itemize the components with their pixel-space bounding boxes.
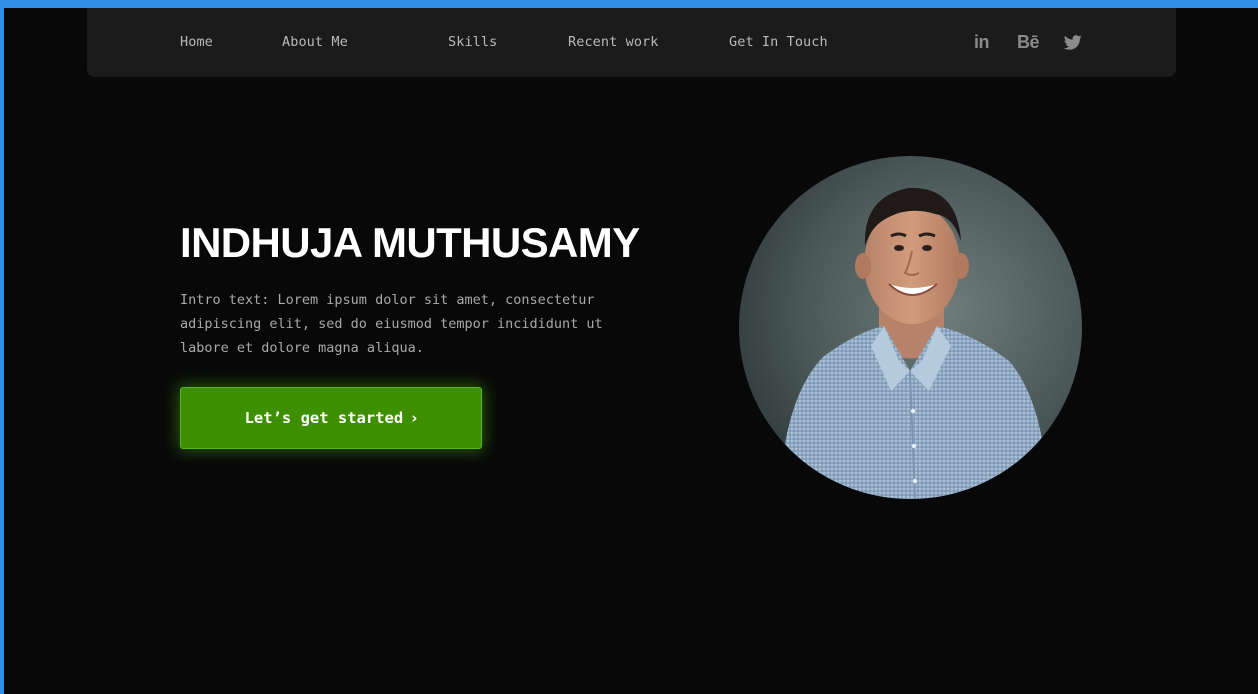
twitter-icon bbox=[1064, 34, 1082, 50]
linkedin-link[interactable]: in bbox=[974, 31, 990, 53]
hero-title: INDHUJA MUTHUSAMY bbox=[180, 219, 640, 266]
hero-intro-text: Intro text: Lorem ipsum dolor sit amet, … bbox=[180, 292, 603, 356]
twitter-link[interactable] bbox=[1064, 31, 1082, 53]
nav-item-home[interactable]: Home bbox=[180, 34, 213, 50]
behance-icon: Bē bbox=[1017, 31, 1040, 52]
get-started-label: Let’s get started bbox=[244, 409, 404, 427]
nav-item-skills[interactable]: Skills bbox=[448, 34, 497, 50]
top-navbar: Home About Me Skills Recent work Get In … bbox=[87, 8, 1176, 77]
page-frame: Home About Me Skills Recent work Get In … bbox=[4, 8, 1258, 694]
nav-item-about-me[interactable]: About Me bbox=[282, 34, 348, 50]
nav-item-recent-work[interactable]: Recent work bbox=[568, 34, 659, 50]
behance-link[interactable]: Bē bbox=[1017, 31, 1040, 53]
chevron-right-icon: › bbox=[411, 409, 418, 427]
linkedin-icon: in bbox=[974, 31, 990, 52]
get-started-button[interactable]: Let’s get started › bbox=[180, 387, 482, 449]
nav-item-get-in-touch[interactable]: Get In Touch bbox=[729, 34, 828, 50]
profile-photo bbox=[739, 156, 1082, 499]
